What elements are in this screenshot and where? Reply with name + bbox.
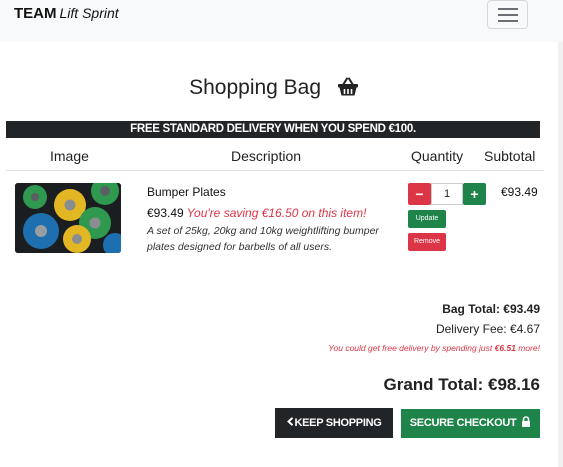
delivery-fee: Delivery Fee: €4.67 xyxy=(435,322,540,336)
secure-checkout-label: SECURE CHECKOUT xyxy=(409,417,517,429)
hamburger-menu-icon-line xyxy=(498,20,518,22)
keep-shopping-label: KEEP SHOPPING xyxy=(294,417,382,429)
free-note-amount: €6.51 xyxy=(494,343,516,353)
free-note-prefix: You could get free delivery by spending … xyxy=(328,343,495,353)
product-image xyxy=(15,183,121,253)
lock-icon xyxy=(522,416,531,427)
header-quantity: Quantity xyxy=(411,148,464,164)
table-header-divider xyxy=(6,170,544,171)
quantity-input[interactable]: 1 xyxy=(431,183,463,205)
increment-quantity-button[interactable]: + xyxy=(463,183,486,205)
decrement-quantity-button[interactable]: − xyxy=(408,183,431,205)
free-delivery-note: You could get free delivery by spending … xyxy=(328,343,540,353)
navbar-toggle-button[interactable] xyxy=(487,0,528,29)
item-subtotal: €93.49 xyxy=(501,185,538,199)
remove-button[interactable]: Remove xyxy=(408,233,446,251)
secure-checkout-button[interactable]: SECURE CHECKOUT xyxy=(401,409,540,438)
page-title: Shopping Bag xyxy=(0,76,548,100)
bag-total: Bag Total: €93.49 xyxy=(442,302,540,316)
navbar: TEAM Lift Sprint xyxy=(0,0,563,42)
product-description: A set of 25kg, 20kg and 10kg weightlifti… xyxy=(147,225,379,253)
product-price-value: €93.49 xyxy=(147,206,184,220)
grand-total: Grand Total: €98.16 xyxy=(383,375,540,394)
header-subtotal: Subtotal xyxy=(484,148,536,164)
product-name[interactable]: Bumper Plates xyxy=(147,185,226,199)
bumper-plates-image xyxy=(15,183,121,253)
brand-logo[interactable]: TEAM Lift Sprint xyxy=(14,5,119,22)
shopping-basket-icon xyxy=(337,77,358,96)
product-saving: You're saving €16.50 on this item! xyxy=(186,206,367,220)
page-scrollbar[interactable] xyxy=(558,42,563,467)
delivery-banner: FREE STANDARD DELIVERY WHEN YOU SPEND €1… xyxy=(6,121,540,138)
hamburger-menu-icon-line xyxy=(498,14,518,16)
page-title-text: Shopping Bag xyxy=(189,76,322,99)
free-note-suffix: more! xyxy=(515,343,540,353)
hamburger-menu-icon xyxy=(498,8,518,10)
header-description: Description xyxy=(231,148,302,164)
product-price: €93.49 You're saving €16.50 on this item! xyxy=(147,206,366,220)
chevron-left-icon xyxy=(286,417,293,426)
brand-sub: Lift Sprint xyxy=(59,5,119,21)
header-image: Image xyxy=(50,148,89,164)
brand-main: TEAM xyxy=(14,5,57,22)
keep-shopping-button[interactable]: KEEP SHOPPING xyxy=(275,408,393,438)
update-button[interactable]: Update xyxy=(408,210,446,228)
